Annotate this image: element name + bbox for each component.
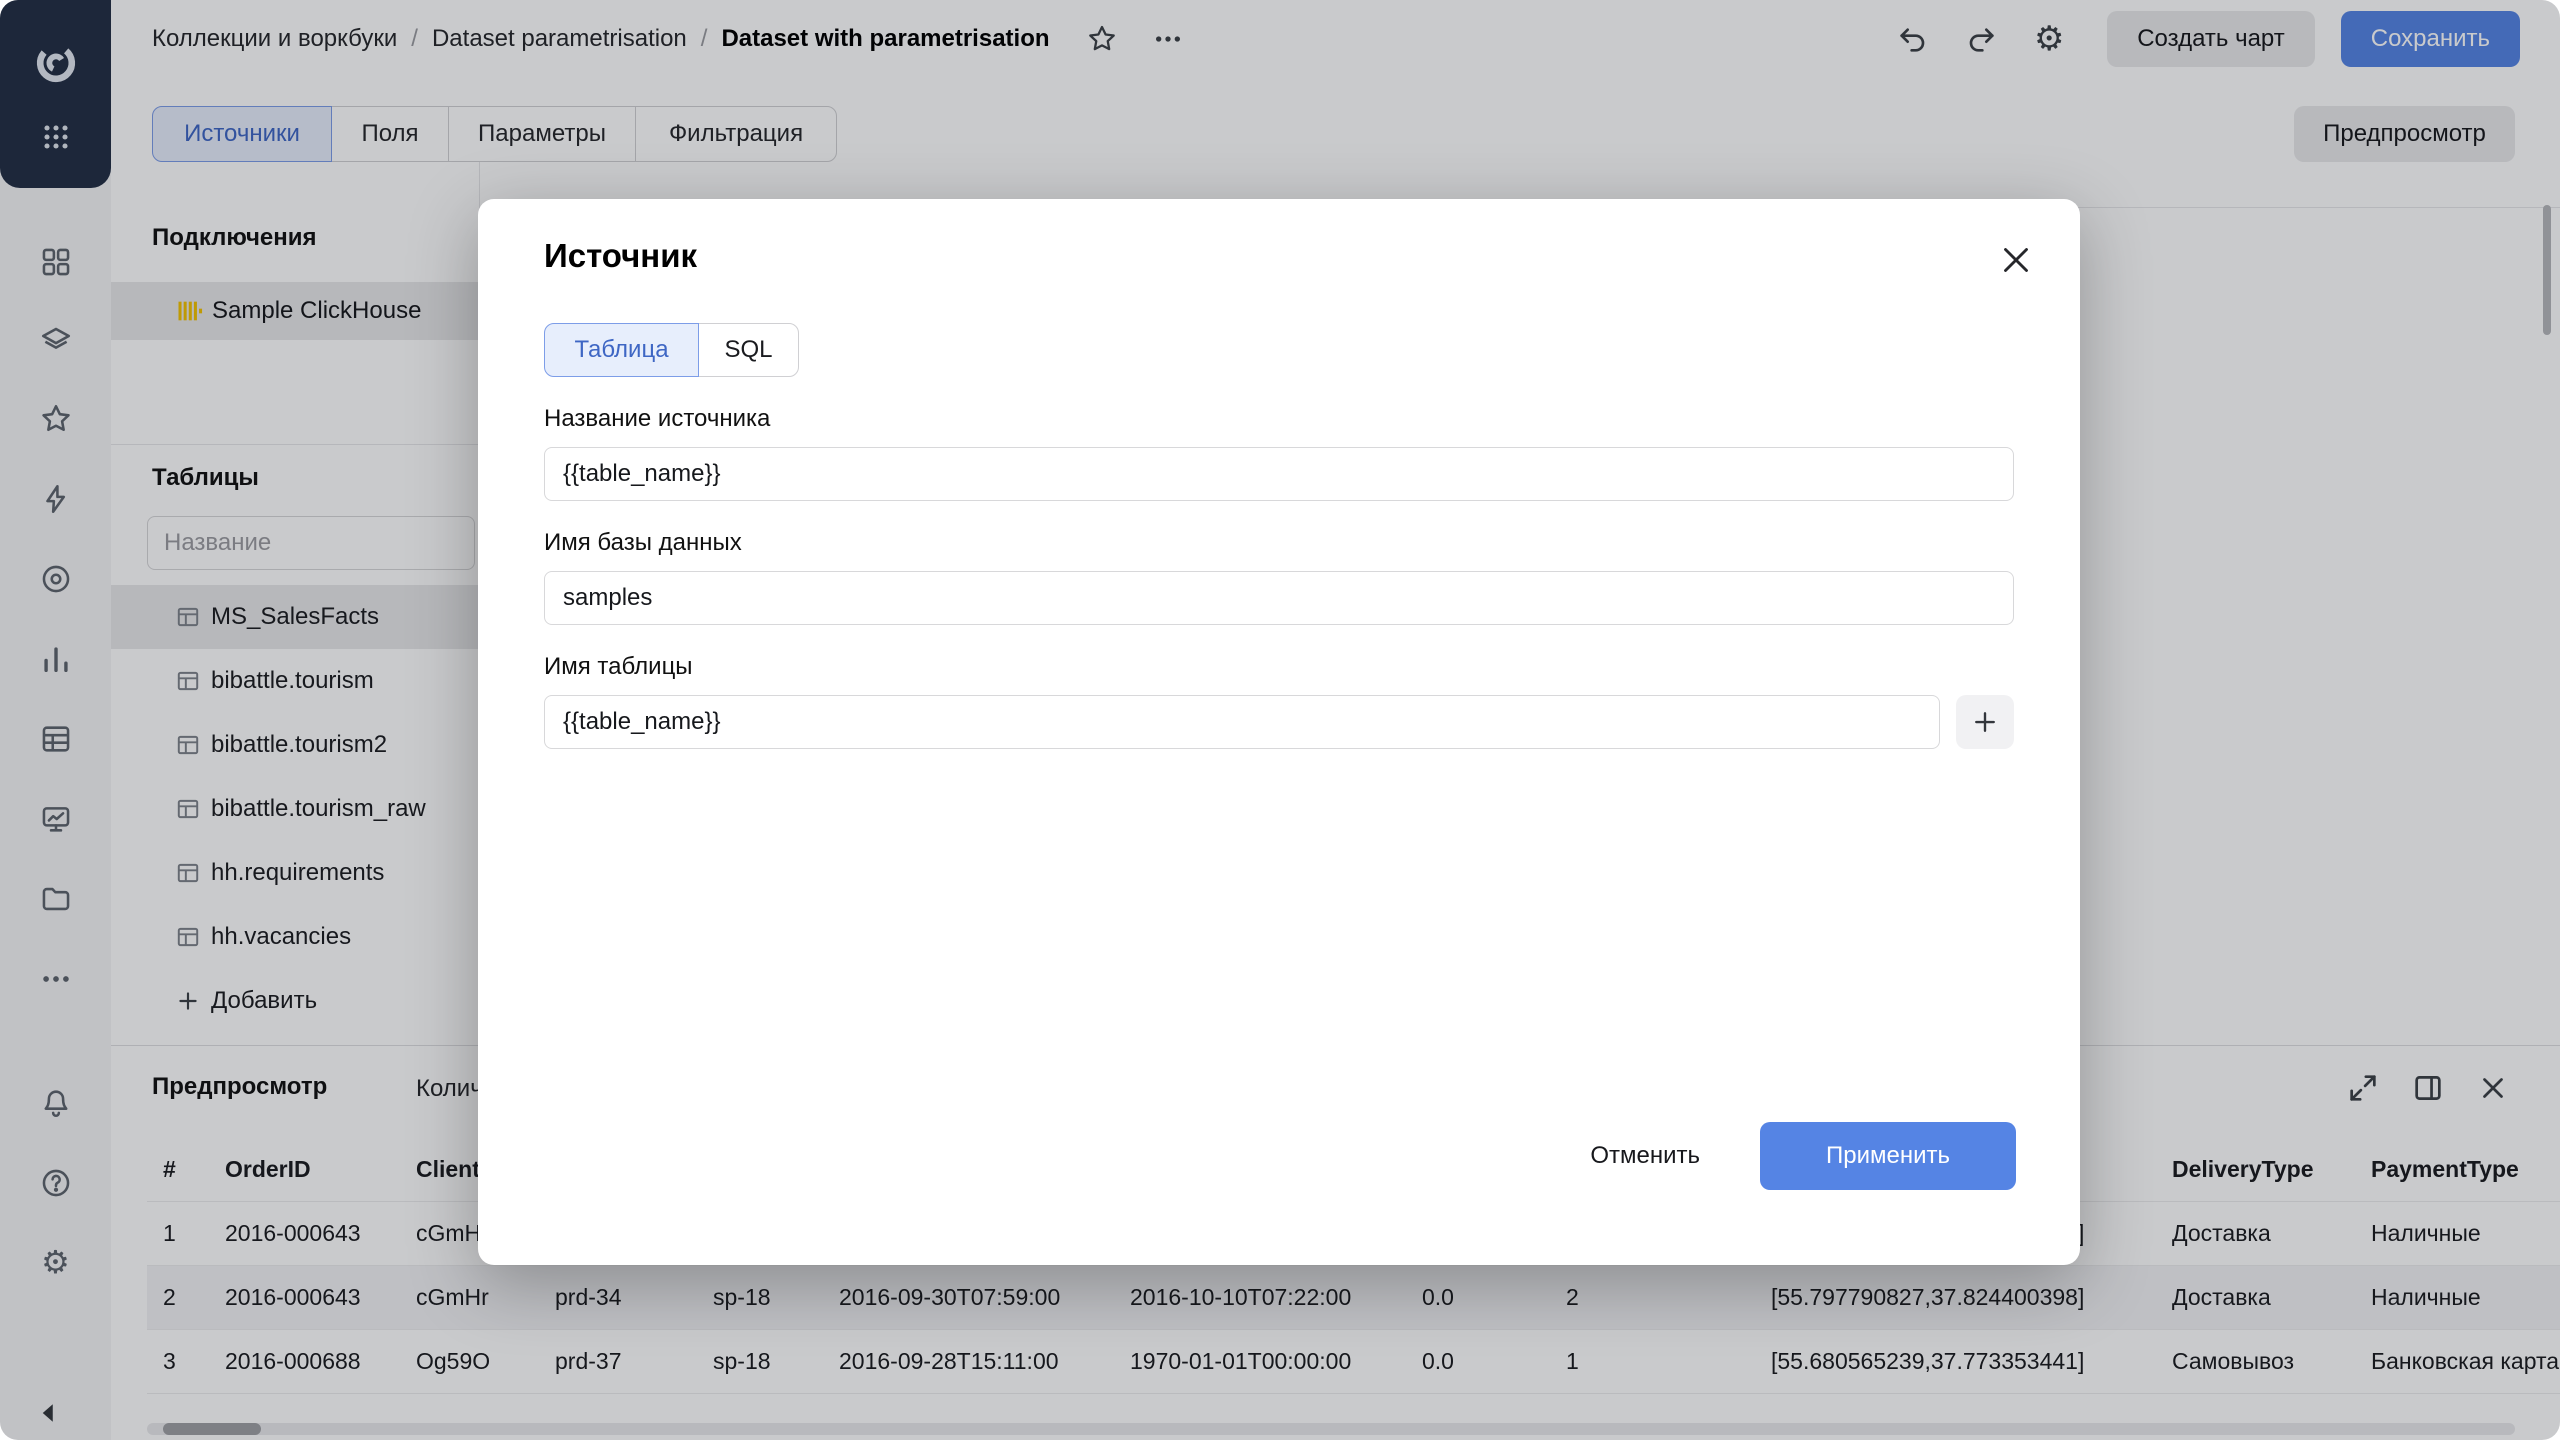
apply-button[interactable]: Применить xyxy=(1760,1122,2016,1190)
dialog-title: Источник xyxy=(544,237,697,275)
source-type-table-tab[interactable]: Таблица xyxy=(544,323,699,377)
database-name-input[interactable] xyxy=(544,571,2014,625)
source-type-sql-tab[interactable]: SQL xyxy=(698,323,799,377)
source-name-label: Название источника xyxy=(544,405,770,433)
source-name-input[interactable] xyxy=(544,447,2014,501)
table-name-input[interactable] xyxy=(544,695,1940,749)
source-dialog: Источник Таблица SQL Название источника … xyxy=(478,199,2080,1265)
add-table-name-button[interactable] xyxy=(1956,695,2014,749)
cancel-button[interactable]: Отменить xyxy=(1562,1122,1728,1190)
database-name-label: Имя базы данных xyxy=(544,529,742,557)
close-dialog-icon[interactable] xyxy=(1998,242,2034,278)
app-screen: Коллекции и воркбуки / Dataset parametri… xyxy=(0,0,2560,1440)
table-name-label: Имя таблицы xyxy=(544,653,693,681)
source-type-tabs: Таблица SQL xyxy=(544,323,799,377)
